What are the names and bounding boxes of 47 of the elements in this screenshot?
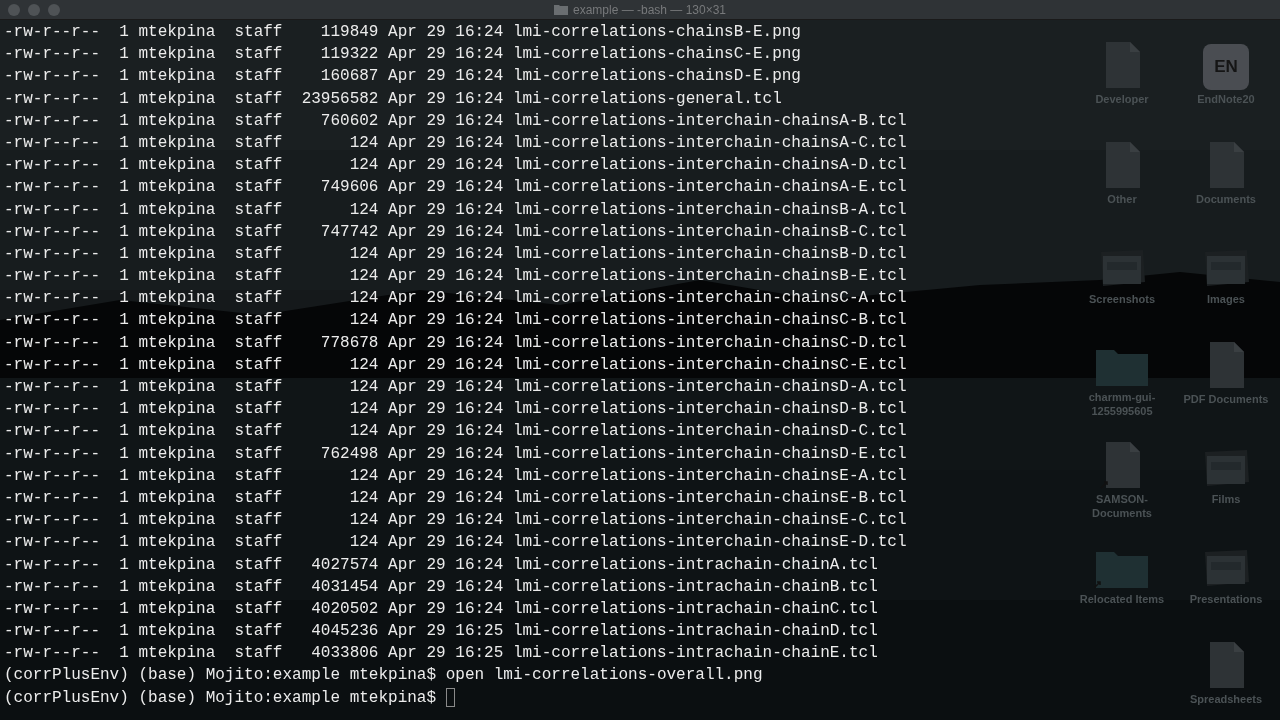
terminal-line: -rw-r--r-- 1 mtekpina staff 124 Apr 29 16:24 lmi-correlations-interchain-chainsE-B.tcl	[4, 487, 907, 509]
desktop-icon-label[interactable]: charmm-gui-1255995605	[1070, 390, 1174, 418]
terminal-line: -rw-r--r-- 1 mtekpina staff 124 Apr 29 16:24 lmi-correlations-interchain-chainsC-A.tcl	[4, 288, 907, 310]
terminal-line: -rw-r--r-- 1 mtekpina staff 4045236 Apr 29 16:25 lmi-correlations-intrachain-chainD.tcl	[4, 621, 878, 643]
desktop-icon-label[interactable]: Presentations	[1174, 592, 1278, 606]
minimize-button[interactable]	[28, 3, 40, 16]
terminal-line: -rw-r--r-- 1 mtekpina staff 119849 Apr 29 16:24 lmi-correlations-chainsB-E.png	[4, 22, 801, 43]
desktop-icon-label[interactable]: SAMSON-Documents	[1070, 492, 1174, 520]
terminal-line: -rw-r--r-- 1 mtekpina staff 4031454 Apr 29 16:24 lmi-correlations-intrachain-chainB.tcl	[4, 576, 878, 598]
terminal-line: -rw-r--r-- 1 mtekpina staff 124 Apr 29 16:24 lmi-correlations-interchain-chainsC-E.tcl	[4, 354, 907, 376]
desktop-icon-label[interactable]: Images	[1174, 292, 1278, 306]
terminal-line: -rw-r--r-- 1 mtekpina staff 124 Apr 29 16:24 lmi-correlations-interchain-chainsA-C.tcl	[4, 132, 907, 154]
app-icon[interactable]: EN	[1203, 44, 1249, 90]
terminal-line: -rw-r--r-- 1 mtekpina staff 4027574 Apr 29 16:24 lmi-correlations-intrachain-chainA.tcl	[4, 554, 878, 576]
terminal-line: -rw-r--r-- 1 mtekpina staff 124 Apr 29 16:24 lmi-correlations-interchain-chainsD-C.tcl	[4, 421, 907, 443]
terminal-line: -rw-r--r-- 1 mtekpina staff 124 Apr 29 16:24 lmi-correlations-interchain-chainsE-D.tcl	[4, 532, 907, 554]
desktop-icon-label[interactable]: Films	[1174, 492, 1278, 506]
terminal-line: -rw-r--r-- 1 mtekpina staff 124 Apr 29 16:24 lmi-correlations-interchain-chainsC-B.tcl	[4, 310, 907, 332]
desktop-icon-label[interactable]: Screenshots	[1070, 292, 1174, 306]
terminal-line: -rw-r--r-- 1 mtekpina staff 124 Apr 29 16:24 lmi-correlations-interchain-chainsE-A.tcl	[4, 465, 907, 487]
terminal-line: (corrPlusEnv) (base) Mojito:example mtekpina$ open lmi-correlations-overall.png	[4, 665, 763, 687]
terminal-line: (corrPlusEnv) (base) Mojito:example mtekpina$	[4, 687, 438, 709]
terminal-line: -rw-r--r-- 1 mtekpina staff 760602 Apr 29 16:24 lmi-correlations-interchain-chainsA-B.tcl	[4, 110, 907, 132]
terminal-line: -rw-r--r-- 1 mtekpina staff 119322 Apr 29 16:24 lmi-correlations-chainsC-E.png	[4, 44, 801, 66]
folder-icon	[553, 4, 568, 15]
terminal-line: -rw-r--r-- 1 mtekpina staff 4033806 Apr 29 16:25 lmi-correlations-intrachain-chainE.tcl	[4, 643, 878, 665]
terminal-line: -rw-r--r-- 1 mtekpina staff 124 Apr 29 16:24 lmi-correlations-interchain-chainsB-E.tcl	[4, 266, 907, 288]
terminal-line: -rw-r--r-- 1 mtekpina staff 778678 Apr 29 16:24 lmi-correlations-interchain-chainsC-D.tcl	[4, 332, 907, 354]
desktop-icon-label[interactable]: PDF Documents	[1174, 392, 1278, 406]
terminal-line: -rw-r--r-- 1 mtekpina staff 4020502 Apr 29 16:24 lmi-correlations-intrachain-chainC.tcl	[4, 598, 878, 620]
desktop-icon-label[interactable]: Relocated Items	[1070, 592, 1174, 606]
terminal-line: -rw-r--r-- 1 mtekpina staff 160687 Apr 29 16:24 lmi-correlations-chainsD-E.png	[4, 66, 801, 88]
terminal-line: -rw-r--r-- 1 mtekpina staff 747742 Apr 29 16:24 lmi-correlations-interchain-chainsB-C.tcl	[4, 221, 907, 243]
window-title: example — -bash — 130×31	[572, 1, 727, 19]
zoom-button[interactable]	[48, 3, 60, 16]
terminal-line: -rw-r--r-- 1 mtekpina staff 124 Apr 29 16:24 lmi-correlations-interchain-chainsD-B.tcl	[4, 399, 907, 421]
terminal-line: -rw-r--r-- 1 mtekpina staff 23956582 Apr 29 16:24 lmi-correlations-general.tcl	[4, 88, 782, 110]
terminal-line: -rw-r--r-- 1 mtekpina staff 124 Apr 29 16:24 lmi-correlations-interchain-chainsE-C.tcl	[4, 510, 907, 532]
desktop-icon-label[interactable]: Spreadsheets	[1174, 692, 1278, 706]
terminal-line: -rw-r--r-- 1 mtekpina staff 762498 Apr 29 16:24 lmi-correlations-interchain-chainsD-E.tcl	[4, 443, 907, 465]
terminal-line: -rw-r--r-- 1 mtekpina staff 124 Apr 29 16:24 lmi-correlations-interchain-chainsD-A.tcl	[4, 377, 907, 398]
cursor-icon	[445, 688, 455, 708]
terminal-line: -rw-r--r-- 1 mtekpina staff 749606 Apr 29 16:24 lmi-correlations-interchain-chainsA-E.tcl	[4, 177, 907, 199]
terminal-line: -rw-r--r-- 1 mtekpina staff 124 Apr 29 16:24 lmi-correlations-interchain-chainsB-D.tcl	[4, 243, 907, 265]
close-button[interactable]	[8, 3, 20, 16]
terminal-line: -rw-r--r-- 1 mtekpina staff 124 Apr 29 16:24 lmi-correlations-interchain-chainsB-A.tcl	[4, 199, 907, 221]
terminal-line: -rw-r--r-- 1 mtekpina staff 124 Apr 29 16:24 lmi-correlations-interchain-chainsA-D.tcl	[4, 155, 907, 177]
